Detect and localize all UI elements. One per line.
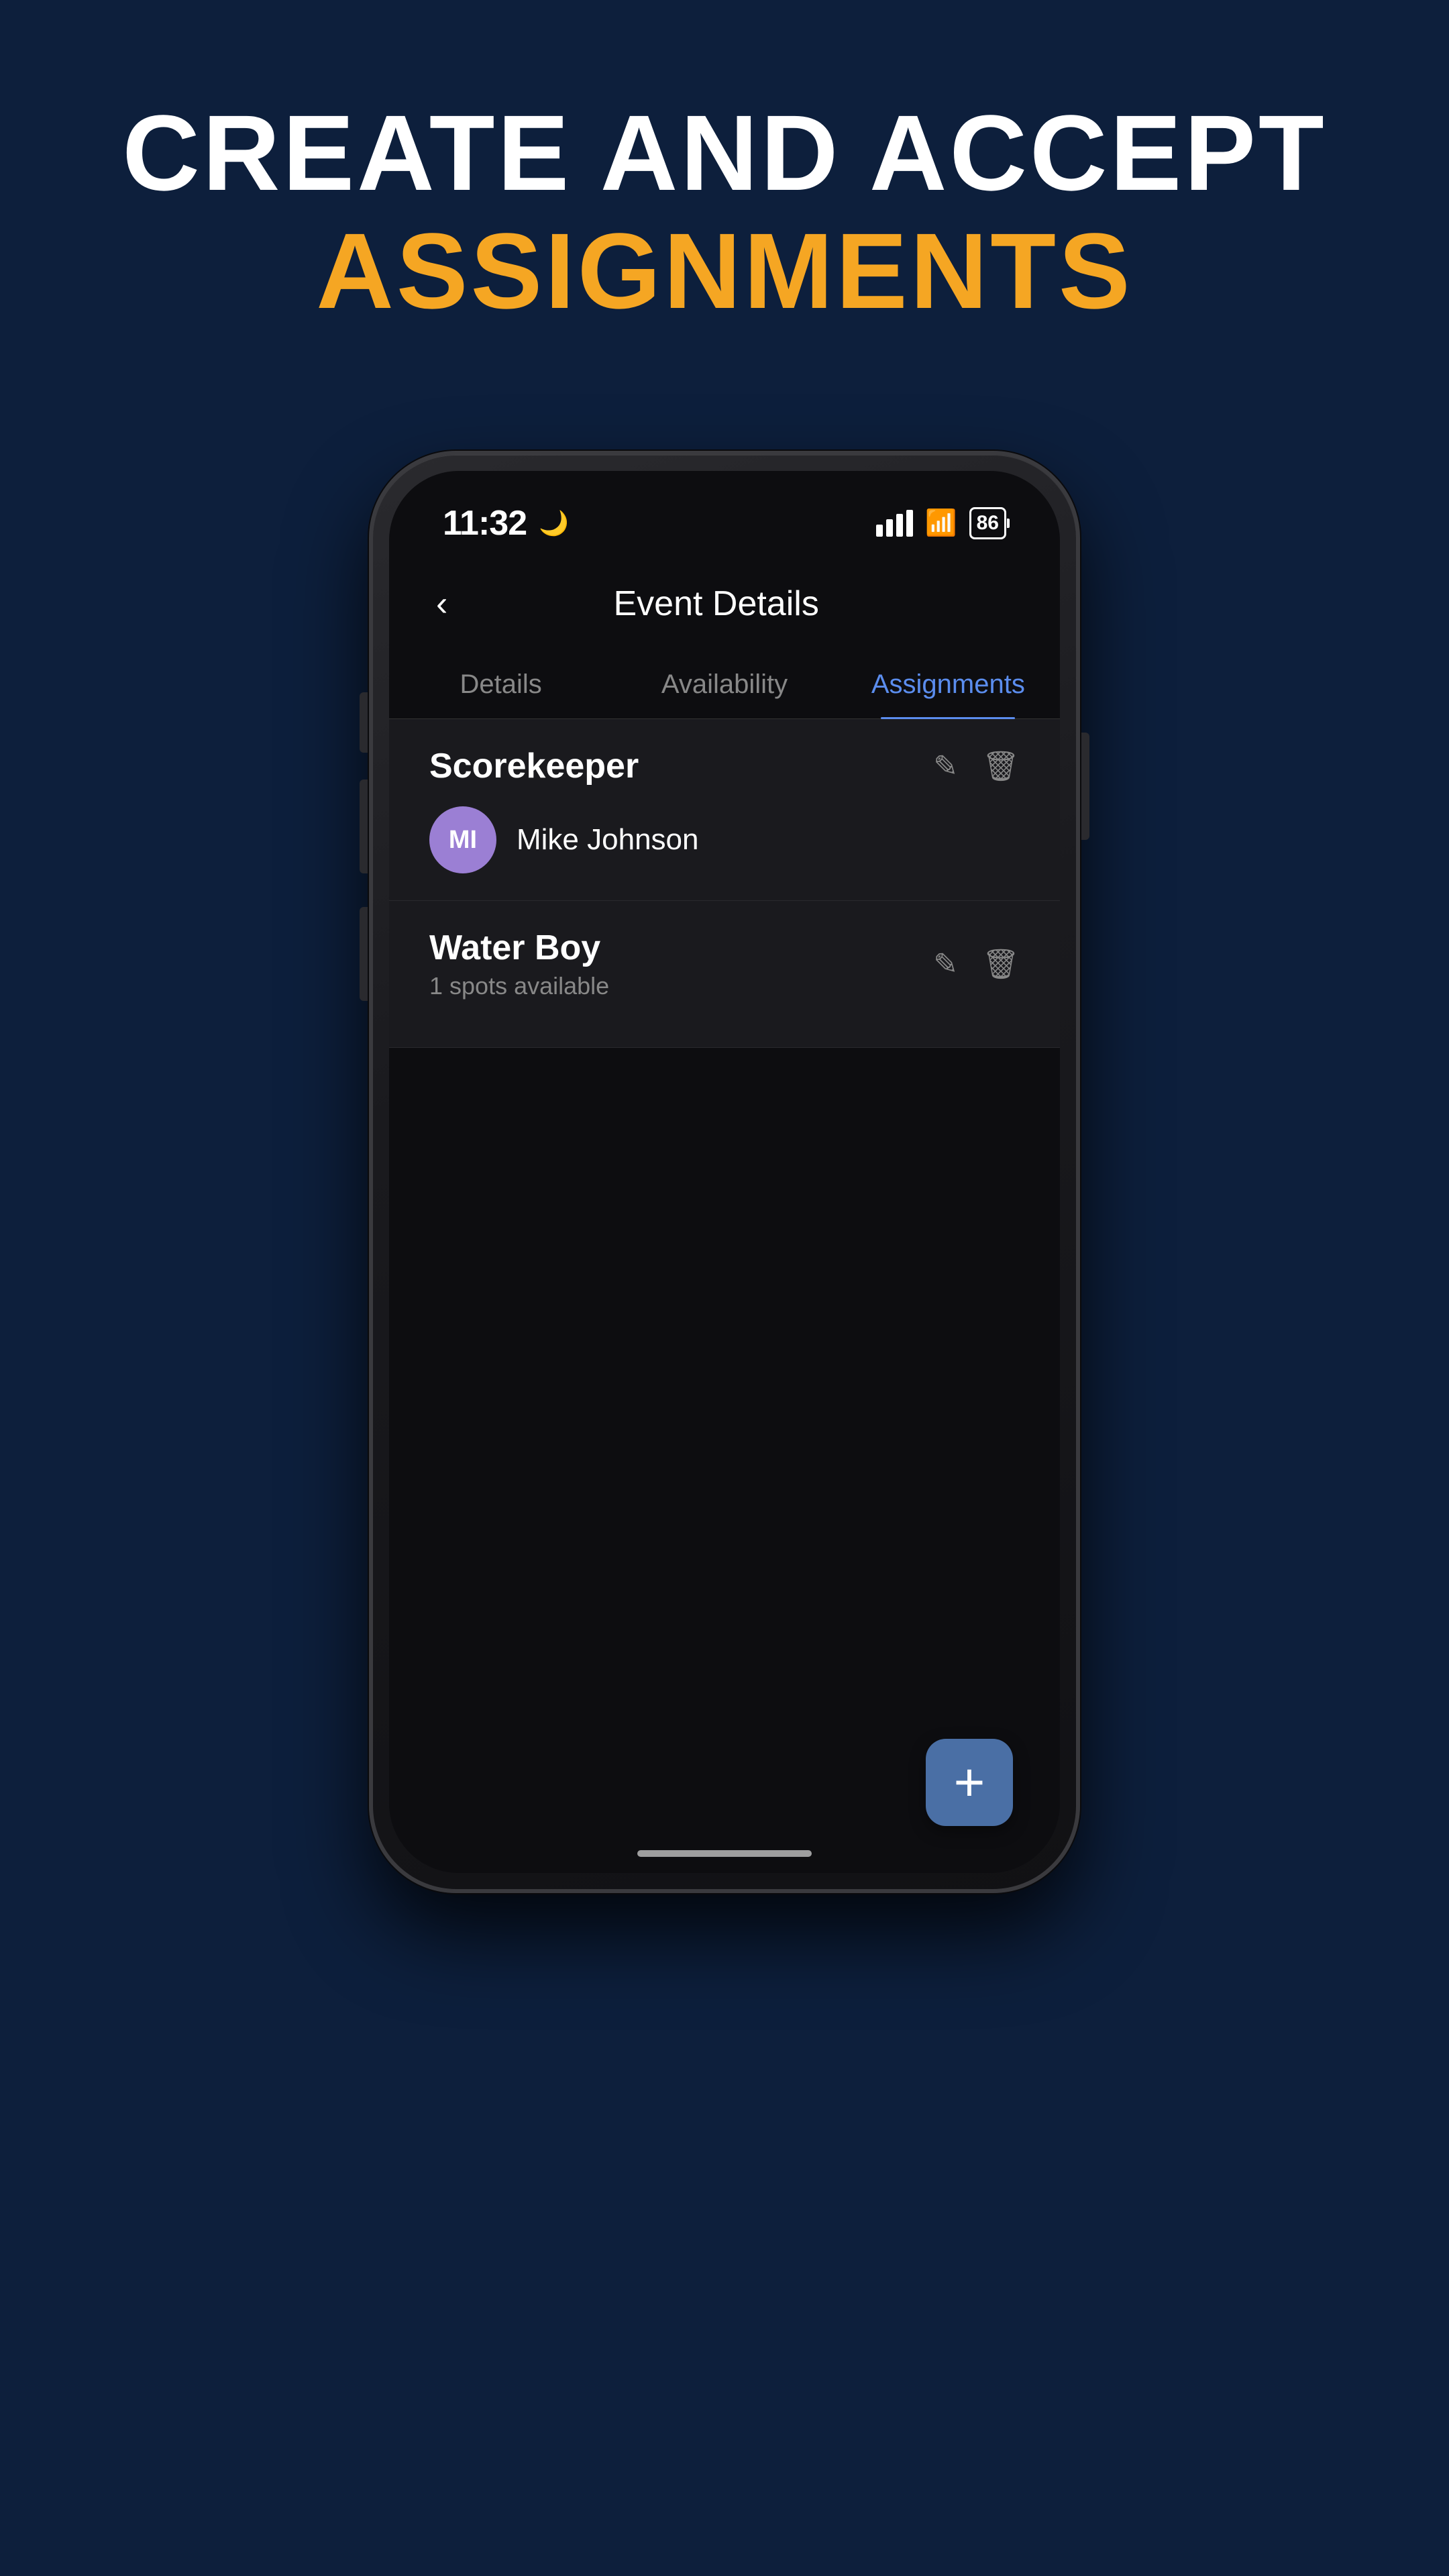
hero-line2: ASSIGNMENTS <box>122 212 1326 330</box>
scorekeeper-title: Scorekeeper <box>429 746 639 786</box>
waterboy-actions: ✎ 🗑 <box>933 947 1020 981</box>
signal-bar-1 <box>876 525 883 537</box>
delete-waterboy-button[interactable]: 🗑 <box>982 947 1020 981</box>
fab-plus-icon: + <box>954 1756 985 1809</box>
signal-bar-4 <box>906 510 913 537</box>
tab-details[interactable]: Details <box>389 651 612 718</box>
content-area: Scorekeeper ✎ 🗑 MI Mike Johnson <box>389 719 1060 1873</box>
scorekeeper-header: Scorekeeper ✎ 🗑 <box>429 746 1020 786</box>
phone-screen: 11:32 🌙 📶 86 ‹ Event Details <box>389 471 1060 1873</box>
screen-title: Event Details <box>454 584 978 624</box>
signal-bar-2 <box>886 519 893 537</box>
nav-header: ‹ Event Details <box>389 557 1060 651</box>
wifi-icon: 📶 <box>925 508 957 538</box>
edit-scorekeeper-button[interactable]: ✎ <box>933 749 958 784</box>
signal-bar-3 <box>896 514 903 537</box>
hero-section: CREATE AND ACCEPT ASSIGNMENTS <box>122 94 1326 330</box>
power-button <box>1081 733 1089 840</box>
hero-line1: CREATE AND ACCEPT <box>122 94 1326 212</box>
mike-johnson-avatar: MI <box>429 806 496 873</box>
assignment-card-scorekeeper: Scorekeeper ✎ 🗑 MI Mike Johnson <box>389 719 1060 901</box>
status-icons: 📶 86 <box>876 507 1006 539</box>
phone-mockup: 11:32 🌙 📶 86 ‹ Event Details <box>369 451 1080 1893</box>
silent-button <box>360 692 368 753</box>
tab-availability[interactable]: Availability <box>612 651 836 718</box>
assignment-card-waterboy: Water Boy 1 spots available ✎ 🗑 <box>389 901 1060 1048</box>
edit-waterboy-button[interactable]: ✎ <box>933 947 958 981</box>
delete-scorekeeper-button[interactable]: 🗑 <box>982 749 1020 784</box>
home-indicator <box>637 1850 812 1857</box>
waterboy-header: Water Boy 1 spots available ✎ 🗑 <box>429 928 1020 1000</box>
waterboy-spots: 1 spots available <box>429 972 609 1000</box>
moon-icon: 🌙 <box>539 509 569 537</box>
battery-indicator: 86 <box>969 507 1006 539</box>
volume-down-button <box>360 907 368 1001</box>
scorekeeper-user-row: MI Mike Johnson <box>429 806 1020 873</box>
waterboy-title: Water Boy <box>429 928 609 968</box>
add-assignment-fab[interactable]: + <box>926 1739 1013 1826</box>
signal-icon <box>876 510 913 537</box>
status-time: 11:32 <box>443 503 527 543</box>
mike-johnson-name: Mike Johnson <box>517 823 698 857</box>
volume-up-button <box>360 780 368 873</box>
scorekeeper-actions: ✎ 🗑 <box>933 749 1020 784</box>
tabs-bar: Details Availability Assignments <box>389 651 1060 719</box>
back-button[interactable]: ‹ <box>429 577 454 631</box>
tab-assignments[interactable]: Assignments <box>837 651 1060 718</box>
waterboy-info: Water Boy 1 spots available <box>429 928 609 1000</box>
status-bar: 11:32 🌙 📶 86 <box>389 471 1060 557</box>
